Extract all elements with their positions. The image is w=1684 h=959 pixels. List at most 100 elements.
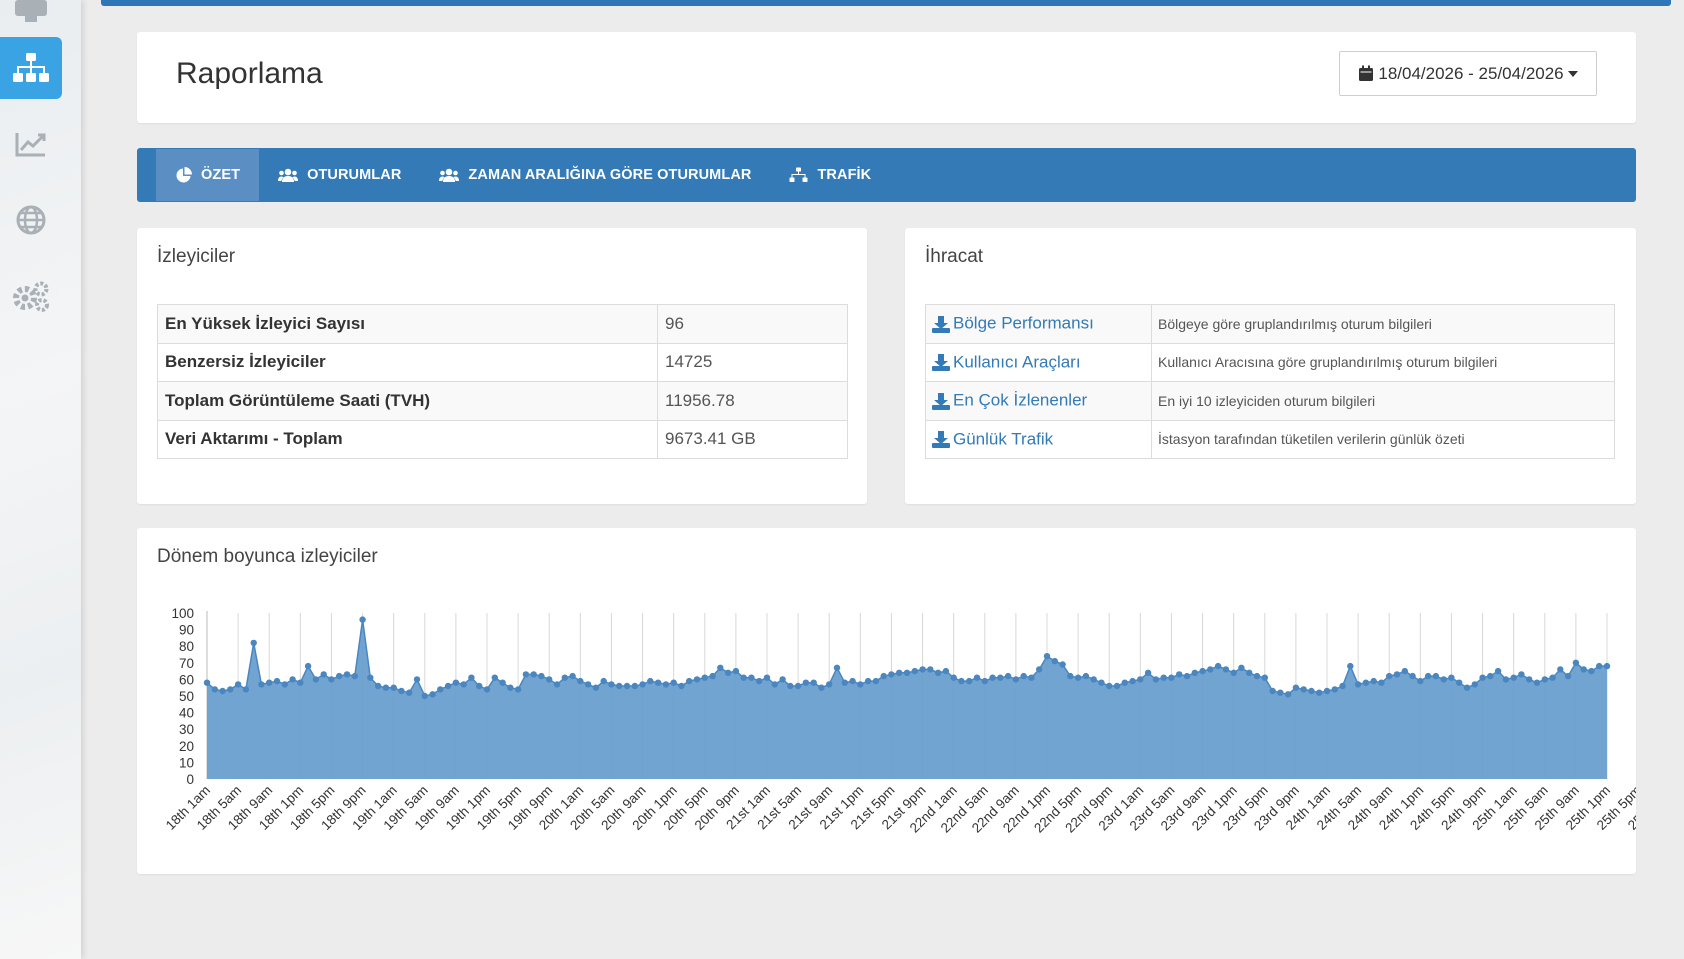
data-point[interactable] (577, 677, 584, 685)
data-point[interactable] (390, 684, 397, 691)
data-point[interactable] (289, 676, 296, 683)
data-point[interactable] (351, 672, 358, 680)
data-point[interactable] (654, 679, 662, 686)
data-point[interactable] (763, 674, 771, 681)
data-point[interactable] (934, 669, 942, 676)
data-point[interactable] (1144, 669, 1152, 676)
data-point[interactable] (1113, 682, 1121, 690)
data-point[interactable] (203, 679, 211, 686)
data-point[interactable] (468, 674, 475, 681)
data-point[interactable] (530, 671, 537, 678)
data-point[interactable] (336, 672, 343, 680)
data-point[interactable] (903, 669, 911, 676)
data-point[interactable] (693, 676, 701, 683)
data-point[interactable] (1277, 689, 1284, 696)
tab-zaman-araligina-gore-oturumlar[interactable]: ZAMAN ARALIĞINA GÖRE OTURUMLAR (420, 149, 770, 201)
data-point[interactable] (1253, 672, 1261, 680)
data-point[interactable] (1012, 676, 1020, 683)
data-point[interactable] (312, 676, 320, 683)
data-point[interactable] (662, 681, 670, 688)
data-point[interactable] (234, 681, 242, 688)
data-point[interactable] (1588, 667, 1595, 675)
data-point[interactable] (724, 669, 732, 676)
sidebar-item-globe[interactable] (0, 189, 62, 251)
data-point[interactable] (266, 679, 273, 686)
data-point[interactable] (1572, 659, 1580, 666)
data-point[interactable] (1004, 672, 1012, 680)
data-point[interactable] (1051, 657, 1058, 665)
data-point[interactable] (1284, 691, 1292, 698)
data-point[interactable] (849, 677, 856, 685)
data-point[interactable] (1432, 672, 1440, 680)
data-point[interactable] (561, 674, 568, 681)
data-point[interactable] (1393, 671, 1401, 678)
data-point[interactable] (872, 677, 880, 685)
data-point[interactable] (1168, 674, 1175, 681)
data-point[interactable] (748, 674, 755, 681)
data-point[interactable] (1152, 676, 1160, 683)
data-point[interactable] (896, 669, 903, 676)
data-point[interactable] (1129, 677, 1136, 685)
data-point[interactable] (810, 679, 817, 686)
data-point[interactable] (1323, 687, 1331, 695)
export-link-gunluk-trafik[interactable]: Günlük Trafik (925, 419, 1152, 459)
data-point[interactable] (421, 692, 428, 700)
data-point[interactable] (452, 679, 460, 686)
data-point[interactable] (686, 677, 693, 685)
data-point[interactable] (732, 667, 740, 675)
data-point[interactable] (1564, 672, 1572, 680)
data-point[interactable] (631, 682, 638, 690)
data-point[interactable] (304, 662, 312, 670)
data-point[interactable] (1020, 672, 1027, 680)
data-point[interactable] (1238, 664, 1245, 671)
sidebar-item-dashboard[interactable] (0, 0, 62, 42)
data-point[interactable] (569, 672, 576, 680)
data-point[interactable] (1417, 677, 1424, 685)
data-point[interactable] (826, 681, 833, 688)
sidebar-item-settings[interactable] (0, 265, 62, 327)
data-point[interactable] (989, 674, 996, 681)
data-point[interactable] (1090, 676, 1097, 683)
data-point[interactable] (888, 671, 895, 678)
data-point[interactable] (1098, 679, 1105, 686)
data-point[interactable] (678, 682, 685, 690)
data-point[interactable] (374, 682, 382, 690)
data-point[interactable] (1487, 672, 1494, 680)
data-point[interactable] (584, 681, 592, 688)
data-point[interactable] (1354, 681, 1362, 688)
data-point[interactable] (864, 677, 872, 685)
data-point[interactable] (1386, 672, 1393, 680)
sidebar-item-analytics[interactable] (0, 113, 62, 175)
data-point[interactable] (1308, 687, 1315, 695)
data-point[interactable] (1424, 672, 1432, 680)
data-point[interactable] (1074, 674, 1082, 681)
data-point[interactable] (608, 681, 615, 688)
data-point[interactable] (997, 674, 1004, 681)
data-point[interactable] (483, 686, 491, 693)
export-link-kullanici-araclari[interactable]: Kullanıcı Araçları (925, 342, 1152, 382)
data-point[interactable] (398, 687, 405, 695)
data-point[interactable] (367, 674, 374, 681)
data-point[interactable] (1137, 676, 1144, 683)
data-point[interactable] (1082, 672, 1090, 680)
data-point[interactable] (818, 684, 825, 691)
data-point[interactable] (1300, 686, 1307, 693)
tab-trafik[interactable]: TRAFİK (770, 149, 890, 201)
data-point[interactable] (1199, 667, 1206, 675)
data-point[interactable] (553, 681, 561, 688)
data-point[interactable] (1261, 674, 1269, 681)
data-point[interactable] (709, 672, 716, 680)
data-point[interactable] (250, 639, 257, 647)
data-point[interactable] (1059, 661, 1066, 668)
data-point[interactable] (833, 664, 841, 671)
data-point[interactable] (966, 677, 973, 685)
data-point[interactable] (1533, 679, 1541, 686)
data-point[interactable] (507, 684, 514, 691)
data-point[interactable] (382, 684, 390, 691)
data-point[interactable] (1557, 666, 1564, 673)
data-point[interactable] (981, 677, 988, 685)
data-point[interactable] (1292, 684, 1300, 691)
data-point[interactable] (950, 674, 957, 681)
data-point[interactable] (514, 686, 522, 693)
data-point[interactable] (1541, 676, 1549, 683)
